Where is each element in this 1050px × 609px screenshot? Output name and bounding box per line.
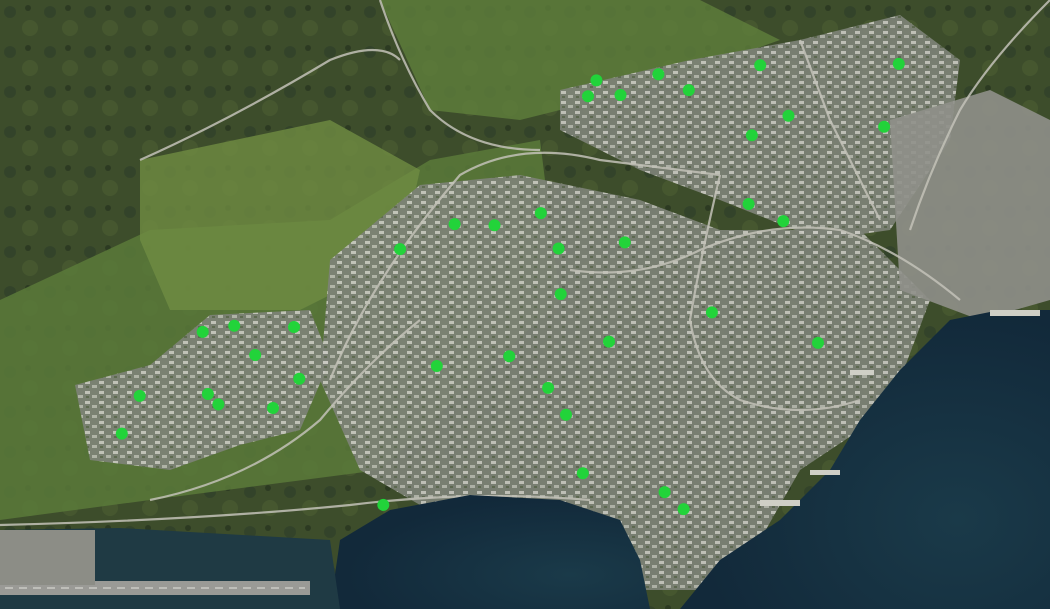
map-marker-39[interactable]: [677, 503, 690, 516]
map-marker-20[interactable]: [705, 306, 718, 319]
map-marker-2[interactable]: [582, 90, 594, 103]
map-marker-34[interactable]: [212, 398, 225, 411]
map-marker-3[interactable]: [614, 89, 627, 101]
map-marker-36[interactable]: [115, 427, 128, 440]
map-marker-32[interactable]: [133, 389, 146, 402]
map-marker-14[interactable]: [488, 219, 501, 232]
map-marker-5[interactable]: [682, 84, 695, 97]
map-marker-37[interactable]: [576, 467, 589, 480]
map-marker-10[interactable]: [878, 120, 891, 133]
map-canvas[interactable]: [0, 0, 1050, 609]
map-marker-1[interactable]: [590, 74, 603, 87]
map-marker-28[interactable]: [228, 319, 241, 332]
map-marker-33[interactable]: [201, 388, 214, 400]
map-marker-30[interactable]: [249, 349, 262, 361]
map-marker-24[interactable]: [430, 360, 443, 372]
map-marker-16[interactable]: [552, 242, 565, 255]
map-marker-15[interactable]: [534, 207, 547, 220]
map-marker-23[interactable]: [503, 350, 516, 363]
map-marker-8[interactable]: [782, 109, 795, 122]
airport-apron: [0, 530, 95, 585]
satellite-map[interactable]: [0, 0, 1050, 609]
map-marker-17[interactable]: [618, 236, 631, 249]
map-marker-40[interactable]: [377, 498, 390, 511]
map-marker-26[interactable]: [560, 408, 572, 421]
east-industrial-area: [890, 90, 1050, 320]
map-marker-7[interactable]: [892, 57, 905, 70]
map-marker-27[interactable]: [196, 325, 209, 338]
map-marker-25[interactable]: [542, 381, 555, 394]
map-marker-19[interactable]: [554, 288, 567, 301]
map-marker-29[interactable]: [288, 321, 300, 333]
map-marker-12[interactable]: [777, 215, 790, 228]
map-marker-4[interactable]: [652, 68, 665, 81]
map-marker-21[interactable]: [603, 335, 615, 348]
map-marker-13[interactable]: [448, 218, 461, 231]
map-marker-38[interactable]: [658, 486, 671, 499]
map-marker-6[interactable]: [754, 59, 767, 72]
map-marker-35[interactable]: [267, 402, 279, 414]
map-marker-22[interactable]: [812, 336, 824, 349]
map-marker-11[interactable]: [742, 198, 755, 210]
map-marker-18[interactable]: [394, 243, 407, 256]
map-marker-9[interactable]: [745, 129, 758, 142]
map-marker-31[interactable]: [293, 372, 306, 385]
